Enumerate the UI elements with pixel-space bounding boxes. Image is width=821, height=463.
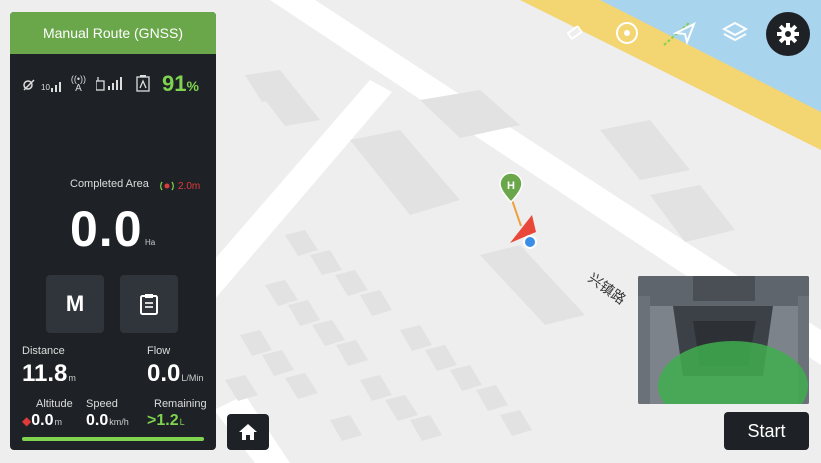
distance-value: 11.8m [22, 360, 76, 387]
altitude-warning-icon: ◆ [22, 414, 32, 428]
remaining-label: Remaining [154, 398, 207, 410]
flight-info-panel: Manual Route (GNSS) 10 ((•)) A 91% Compl… [10, 12, 216, 450]
liquid-level-bar [22, 437, 204, 441]
speed-value: 0.0km/h [86, 412, 129, 429]
camera-preview[interactable] [638, 276, 809, 404]
completed-area-unit: Ha [145, 238, 156, 247]
gnss-count: 10 [41, 83, 50, 92]
mode-button-label: M [65, 291, 85, 316]
start-button[interactable]: Start [724, 412, 809, 450]
navigation-arrow-icon[interactable] [670, 18, 700, 48]
spray-width-value: 2.0m [178, 180, 201, 192]
remaining-value: >1.2L [147, 412, 185, 429]
altitude-value: ◆0.0m [22, 412, 62, 429]
completed-area-label: Completed Area [70, 178, 149, 190]
operator-position-dot [523, 235, 537, 249]
mode-button[interactable]: M [46, 275, 104, 333]
task-list-button[interactable] [120, 275, 178, 333]
battery-icon [136, 74, 150, 95]
route-mode-title[interactable]: Manual Route (GNSS) [10, 12, 216, 54]
home-marker-label: H [507, 180, 515, 192]
radar-icon [160, 181, 174, 191]
gear-icon [777, 23, 799, 45]
rtk-antenna-icon: ((•)) A [70, 74, 87, 94]
eraser-icon[interactable] [560, 18, 590, 48]
liquid-level-fill [22, 437, 204, 441]
satellite-icon: 10 [22, 76, 61, 92]
battery-percent: 91% [162, 71, 199, 96]
drone-body [693, 276, 755, 301]
home-button[interactable] [227, 414, 269, 450]
completed-area-value: 0.0 [70, 201, 143, 257]
home-icon [239, 424, 257, 440]
settings-button[interactable] [766, 12, 810, 56]
status-bar: 10 ((•)) A 91% [22, 70, 206, 98]
distance-label: Distance [22, 345, 65, 357]
compass-icon[interactable] [612, 18, 642, 48]
layers-icon[interactable] [720, 18, 750, 48]
flow-label: Flow [147, 345, 171, 357]
clipboard-icon [140, 294, 158, 315]
remote-signal-icon [95, 75, 126, 94]
spray-width-indicator: 2.0m [160, 179, 200, 193]
rtk-label: A [75, 83, 82, 94]
speed-label: Speed [86, 398, 118, 410]
altitude-label: Altitude [36, 398, 73, 410]
flow-value: 0.0L/Min [147, 360, 204, 387]
